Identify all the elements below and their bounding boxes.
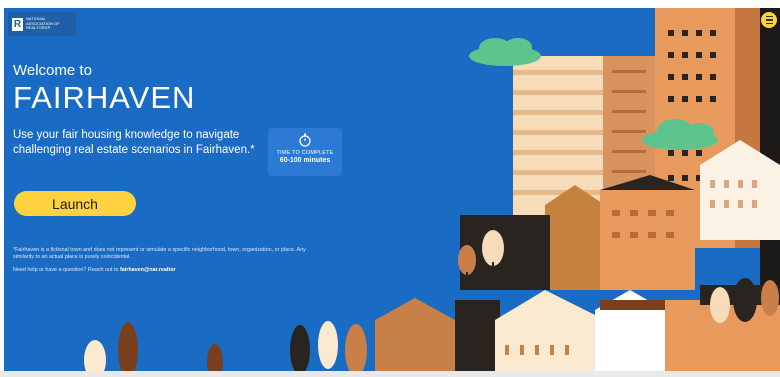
menu-line — [765, 22, 773, 25]
house-white-roof — [600, 300, 665, 310]
hamburger-menu-icon[interactable] — [761, 12, 777, 28]
disclaimer-text: *Fairhaven is a fictional town and does … — [13, 247, 306, 260]
launch-button[interactable]: Launch — [14, 191, 136, 216]
help-text: Need help or have a question? Reach out … — [13, 267, 176, 273]
time-value: 60-100 minutes — [279, 157, 331, 164]
menu-line — [765, 19, 773, 21]
time-label: TIME TO COMPLETE — [276, 150, 334, 156]
realtor-r-icon: R — [12, 17, 23, 31]
bottom-border — [0, 371, 780, 377]
welcome-screen: R NATIONAL ASSOCIATION OF REALTORS® Welc… — [0, 0, 780, 377]
logo-text: NATIONAL ASSOCIATION OF REALTORS® — [26, 16, 60, 31]
realtors-logo[interactable]: R NATIONAL ASSOCIATION OF REALTORS® — [8, 12, 76, 36]
page-title: FAIRHAVEN — [13, 80, 196, 115]
help-prompt: Need help or have a question? Reach out … — [13, 267, 120, 273]
time-to-complete-card: TIME TO COMPLETE 60-100 minutes — [268, 128, 342, 176]
stopwatch-icon — [299, 133, 311, 147]
house-cream — [495, 290, 605, 377]
brick-building — [600, 190, 695, 290]
city-illustration — [84, 8, 780, 377]
help-email-link[interactable]: fairhaven@nar.realtor — [120, 267, 176, 273]
menu-line — [765, 15, 773, 18]
hero-description: Use your fair housing knowledge to navig… — [13, 129, 255, 156]
house-left — [375, 298, 455, 377]
house-dark — [455, 300, 500, 377]
welcome-heading: Welcome to — [13, 62, 92, 79]
orange-house — [545, 185, 605, 290]
